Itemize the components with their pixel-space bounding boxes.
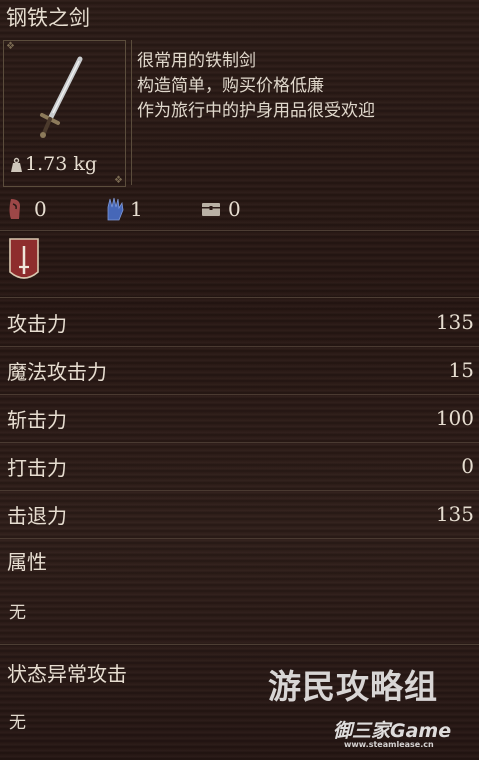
chest-icon	[202, 203, 220, 216]
stat-row-strike: 打击力 0	[0, 442, 479, 491]
chest-count: 0	[201, 197, 241, 221]
attribute-label: 属性	[7, 550, 47, 574]
strength-count: 0	[6, 197, 104, 221]
chest-count-value: 0	[228, 197, 241, 221]
item-title: 钢铁之剑	[6, 6, 90, 30]
item-icon-frame: ❖ ❖ 1.73 kg	[3, 40, 126, 187]
divider	[0, 644, 479, 645]
stat-row-knockback: 击退力 135	[0, 490, 479, 539]
stat-value: 135	[435, 310, 474, 334]
strength-requirement-icon	[9, 199, 20, 219]
divider	[0, 230, 479, 231]
watermark-text: 游民攻略组	[268, 667, 438, 706]
stat-value: 0	[461, 454, 474, 478]
stat-value: 135	[435, 502, 474, 526]
stat-row-slash: 斩击力 100	[0, 394, 479, 443]
stat-value: 15	[448, 358, 474, 382]
magic-count: 1	[104, 196, 201, 222]
description-line: 构造简单，购买价格低廉	[137, 76, 324, 96]
description-line: 很常用的铁制剑	[137, 51, 256, 71]
requirement-counts: 0 1 0	[6, 192, 476, 226]
sword-icon	[40, 56, 83, 138]
frame-ornament-icon: ❖	[114, 175, 123, 186]
status-effect-value: 无	[9, 713, 26, 733]
weight-icon	[11, 157, 22, 172]
weight-readout: 1.73 kg	[10, 153, 97, 175]
stat-label: 击退力	[7, 503, 67, 528]
watermark-url: www.steamlease.cn	[344, 740, 434, 749]
weight-value: 1.73 kg	[25, 153, 98, 175]
stat-value: 100	[435, 406, 474, 430]
attribute-value: 无	[9, 603, 26, 623]
watermark-brand: 御三家Game	[333, 720, 452, 742]
strength-count-value: 0	[34, 197, 47, 221]
stat-label: 斩击力	[7, 407, 67, 432]
magic-count-value: 1	[130, 197, 143, 221]
stat-row-magic-attack: 魔法攻击力 15	[0, 346, 479, 395]
frame-ornament-icon: ❖	[6, 41, 15, 52]
magic-hand-icon	[107, 197, 124, 221]
stat-label: 攻击力	[7, 311, 67, 336]
status-effect-label: 状态异常攻击	[7, 662, 127, 686]
stat-label: 魔法攻击力	[7, 359, 107, 384]
item-description: 很常用的铁制剑 构造简单，购买价格低廉 作为旅行中的护身用品很受欢迎	[131, 40, 472, 185]
stat-label: 打击力	[7, 455, 67, 480]
weapon-type-shield-icon	[9, 238, 39, 279]
stat-row-attack: 攻击力 135	[0, 298, 479, 347]
description-line: 作为旅行中的护身用品很受欢迎	[137, 101, 375, 121]
